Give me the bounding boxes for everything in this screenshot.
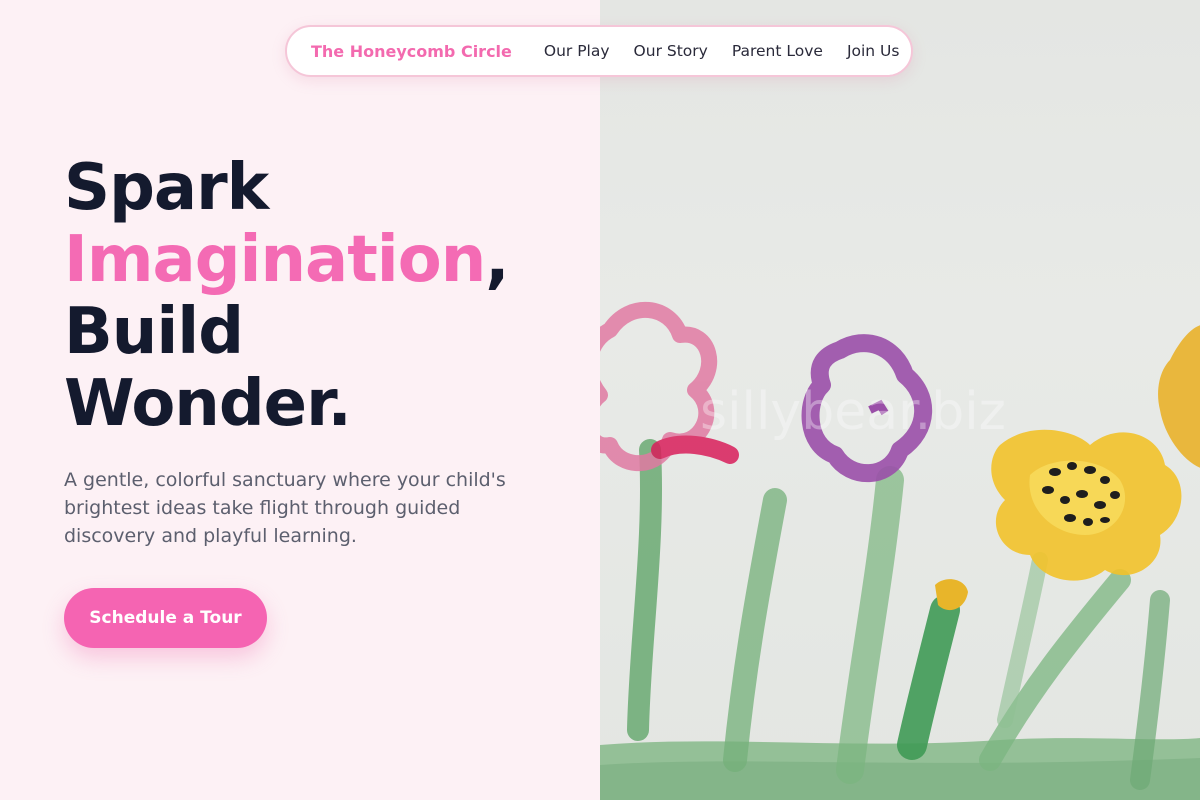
nav-link-join-us[interactable]: Join Us (847, 42, 900, 60)
hero-title-line-3: Build (64, 295, 244, 369)
hero-content: Spark Imagination, Build Wonder. A gentl… (64, 152, 564, 550)
nav-link-our-play[interactable]: Our Play (544, 42, 610, 60)
hero-image: sillybear.biz (600, 0, 1200, 800)
nav-link-our-story[interactable]: Our Story (634, 42, 708, 60)
nav-links: Our Play Our Story Parent Love Join Us (544, 42, 900, 60)
schedule-tour-button[interactable]: Schedule a Tour (64, 588, 267, 648)
hero-title-line-2: Imagination, (64, 224, 564, 296)
nav-link-parent-love[interactable]: Parent Love (732, 42, 823, 60)
brand-logo-link[interactable]: The Honeycomb Circle (311, 42, 512, 61)
hero-left-panel: Spark Imagination, Build Wonder. A gentl… (0, 0, 600, 800)
flower-painting-illustration (600, 301, 1200, 800)
hero-title-line-1: Spark (64, 151, 269, 225)
hero-title-accent: Imagination (64, 223, 486, 297)
hero-title: Spark Imagination, Build Wonder. (64, 152, 564, 440)
hero-title-comma: , (485, 223, 509, 297)
page: Spark Imagination, Build Wonder. A gentl… (0, 0, 1200, 800)
hero-title-line-4: Wonder. (64, 367, 352, 441)
top-navigation: The Honeycomb Circle Our Play Our Story … (285, 25, 913, 77)
hero-subtitle: A gentle, colorful sanctuary where your … (64, 469, 506, 547)
